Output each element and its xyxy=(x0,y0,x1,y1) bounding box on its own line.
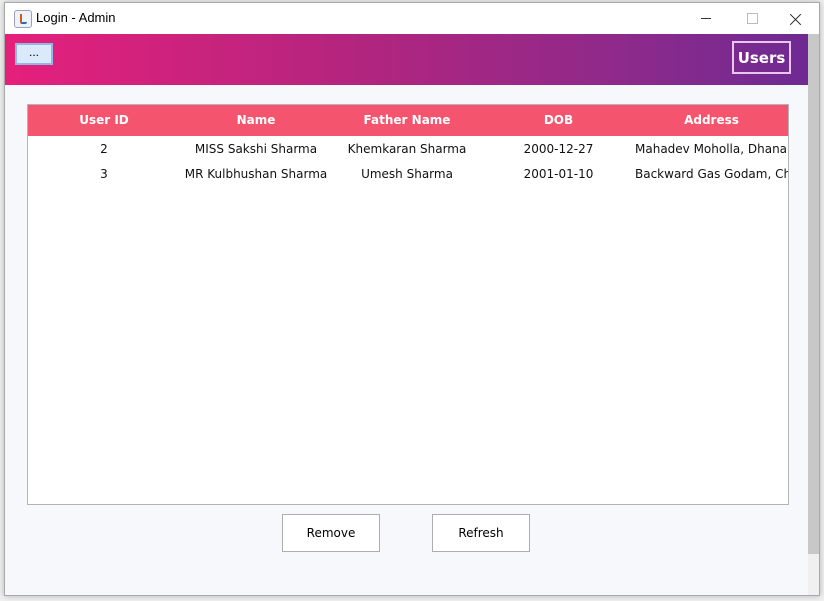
cell-user-id: 2 xyxy=(100,142,108,156)
java-app-icon xyxy=(14,10,32,28)
cell-dob: 2001-01-10 xyxy=(523,167,594,181)
column-header-father-name[interactable]: Father Name xyxy=(332,105,482,136)
table-row[interactable]: 2 MISS Sakshi Sharma Khemkaran Sharma 20… xyxy=(28,137,788,162)
minimize-button[interactable] xyxy=(683,3,729,34)
cell-father-name: Khemkaran Sharma xyxy=(347,142,467,156)
cell-address: Backward Gas Godam, Ch... xyxy=(635,167,788,181)
maximize-button[interactable] xyxy=(729,3,775,34)
table-header: User ID Name Father Name DOB Address xyxy=(28,105,788,136)
cell-father-name: Umesh Sharma xyxy=(361,167,453,181)
window-title: Login - Admin xyxy=(36,10,116,25)
cell-dob: 2000-12-27 xyxy=(523,142,594,156)
users-table: User ID Name Father Name DOB Address 2 M… xyxy=(27,104,789,505)
table-row[interactable]: 3 MR Kulbhushan Sharma Umesh Sharma 2001… xyxy=(28,162,788,187)
menu-button[interactable]: ... xyxy=(15,43,53,65)
refresh-button[interactable]: Refresh xyxy=(432,514,530,552)
vertical-scrollbar[interactable] xyxy=(808,34,819,554)
admin-window: Login - Admin ... Users User ID Name Fat… xyxy=(4,2,820,596)
cell-address: Mahadev Moholla, Dhana... xyxy=(635,142,788,156)
column-header-name[interactable]: Name xyxy=(180,105,332,136)
column-header-address[interactable]: Address xyxy=(635,105,788,136)
title-bar: Login - Admin xyxy=(5,3,819,34)
column-header-user-id[interactable]: User ID xyxy=(28,105,180,136)
cell-name: MR Kulbhushan Sharma xyxy=(184,167,328,181)
users-badge: Users xyxy=(732,41,791,74)
maximize-icon xyxy=(746,13,758,24)
header-band: ... Users xyxy=(5,34,808,85)
remove-button[interactable]: Remove xyxy=(282,514,380,552)
column-header-dob[interactable]: DOB xyxy=(482,105,635,136)
cell-name: MISS Sakshi Sharma xyxy=(194,142,318,156)
scrollbar-track xyxy=(808,554,819,595)
close-button[interactable] xyxy=(773,3,819,34)
close-icon xyxy=(790,13,802,25)
minimize-icon xyxy=(701,18,711,19)
cell-user-id: 3 xyxy=(100,167,108,181)
